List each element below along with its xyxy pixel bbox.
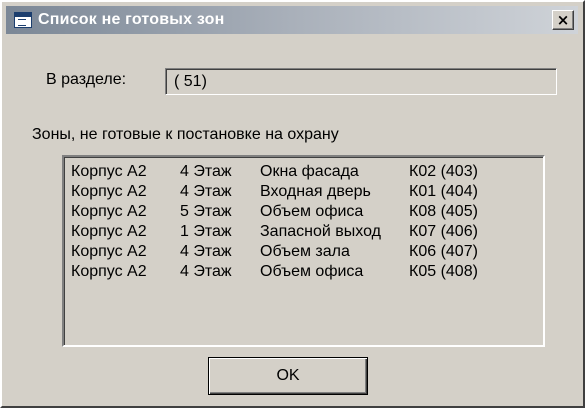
zone-floor: 4 Этаж: [180, 163, 232, 180]
zone-building: Корпус А2: [71, 203, 147, 220]
window-title: Список не готовых зон: [38, 11, 225, 28]
title-bar[interactable]: Список не готовых зон ×: [6, 6, 578, 34]
zone-code: К08 (405): [409, 203, 478, 220]
section-value-field: ( 51): [165, 68, 557, 95]
zone-building: Корпус А2: [71, 183, 147, 200]
zone-code: К02 (403): [409, 163, 478, 180]
window-icon: [14, 12, 32, 28]
zone-floor: 4 Этаж: [180, 243, 232, 260]
section-value: ( 51): [174, 72, 207, 90]
close-button[interactable]: ×: [552, 10, 574, 30]
zones-heading: Зоны, не готовые к постановке на охрану: [32, 126, 339, 143]
zone-code: К05 (408): [409, 263, 478, 280]
zone-name: Запасной выход: [260, 223, 381, 240]
zone-code: К01 (404): [409, 183, 478, 200]
list-item[interactable]: Корпус А2 4 Этаж Объем зала К06 (407): [71, 242, 543, 262]
zone-code: К06 (407): [409, 243, 478, 260]
section-label: В разделе:: [46, 71, 127, 88]
list-item[interactable]: Корпус А2 4 Этаж Объем офиса К05 (408): [71, 262, 543, 282]
zone-building: Корпус А2: [71, 223, 147, 240]
zone-floor: 4 Этаж: [180, 263, 232, 280]
list-item[interactable]: Корпус А2 5 Этаж Объем офиса К08 (405): [71, 202, 543, 222]
zone-code: К07 (406): [409, 223, 478, 240]
zone-name: Объем офиса: [260, 263, 364, 280]
ok-button[interactable]: OK: [208, 357, 368, 395]
zone-name: Окна фасада: [260, 163, 359, 180]
zones-list[interactable]: Корпус А2 4 Этаж Окна фасада К02 (403) К…: [62, 155, 545, 347]
list-item[interactable]: Корпус А2 1 Этаж Запасной выход К07 (406…: [71, 222, 543, 242]
zone-name: Входная дверь: [260, 183, 371, 200]
zone-name: Объем офиса: [260, 203, 364, 220]
list-item[interactable]: Корпус А2 4 Этаж Окна фасада К02 (403): [71, 162, 543, 182]
zone-building: Корпус А2: [71, 163, 147, 180]
zones-dialog: Список не готовых зон × В разделе: ( 51)…: [0, 0, 585, 408]
zone-building: Корпус А2: [71, 243, 147, 260]
zone-floor: 1 Этаж: [180, 223, 232, 240]
zone-floor: 4 Этаж: [180, 183, 232, 200]
zone-name: Объем зала: [260, 243, 350, 260]
zone-floor: 5 Этаж: [180, 203, 232, 220]
zone-building: Корпус А2: [71, 263, 147, 280]
list-item[interactable]: Корпус А2 4 Этаж Входная дверь К01 (404): [71, 182, 543, 202]
